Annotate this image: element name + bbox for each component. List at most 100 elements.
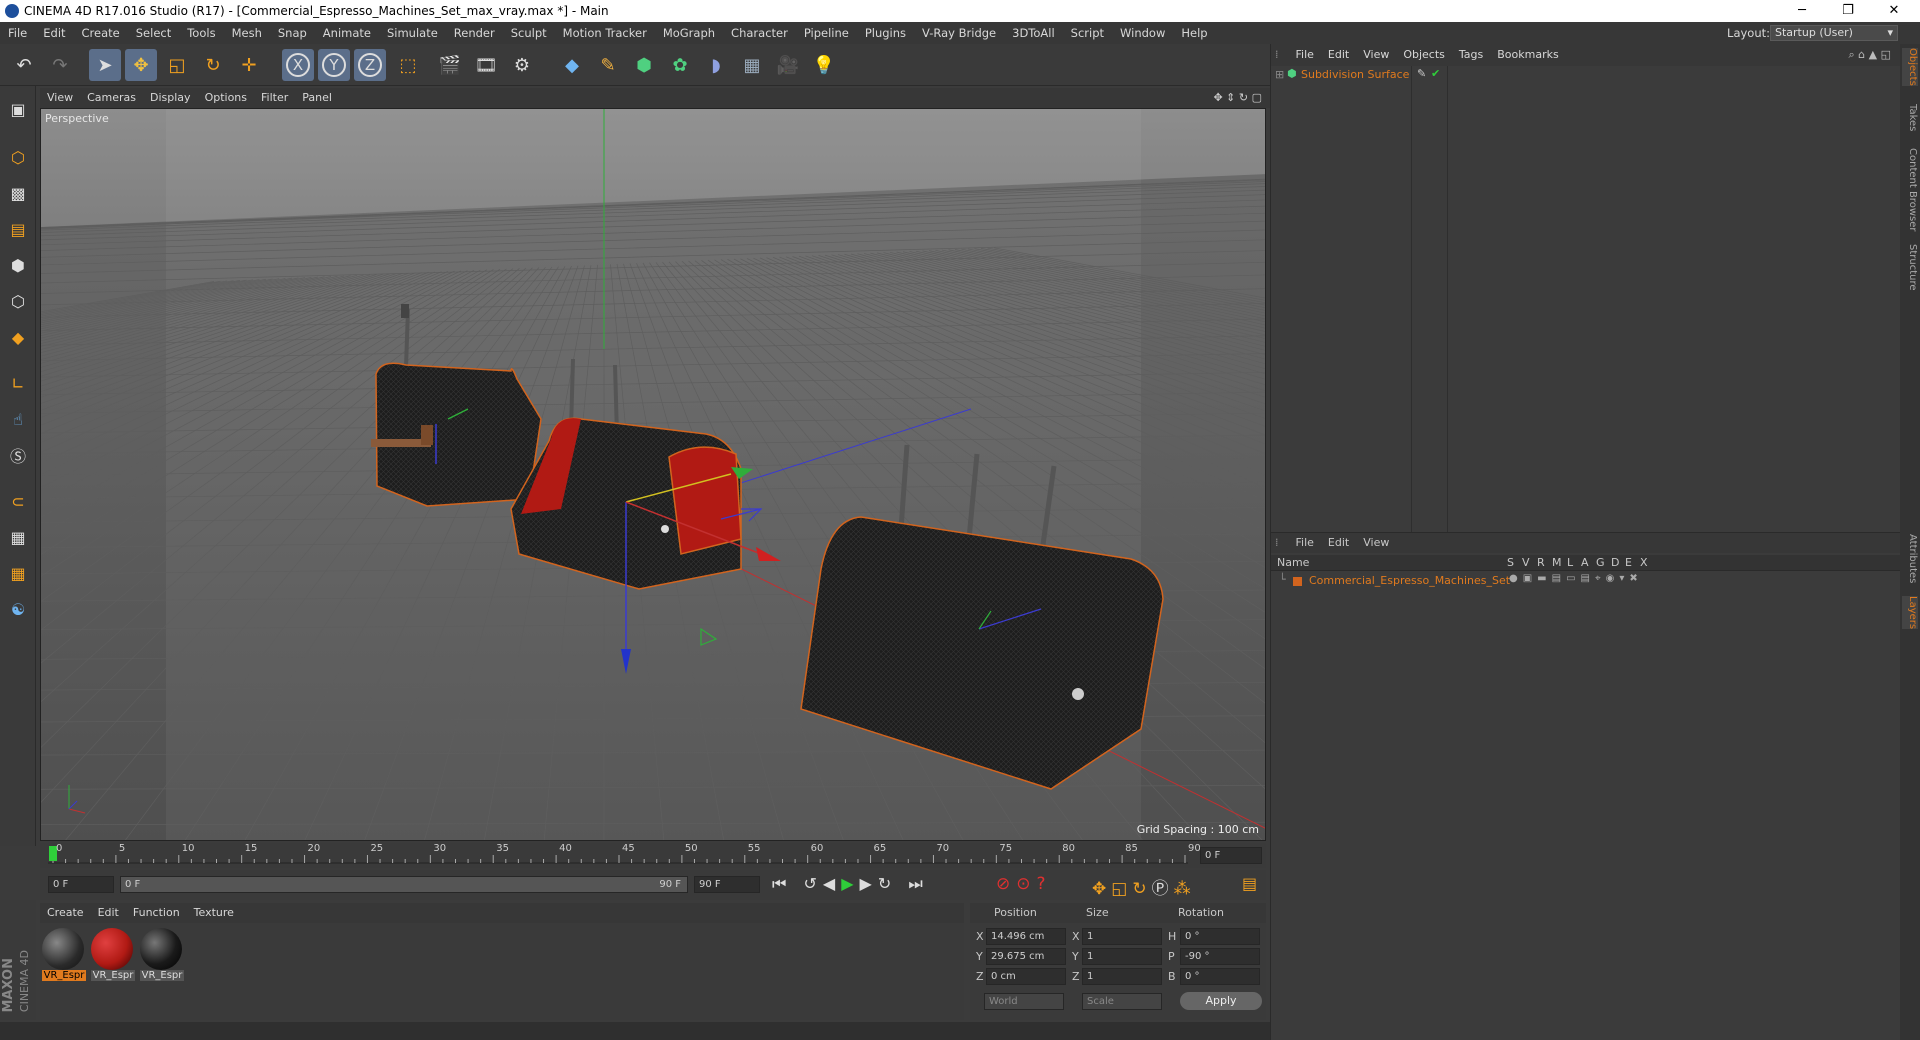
tab-layers[interactable]: Layers <box>1902 596 1918 630</box>
menu-tools[interactable]: Tools <box>179 22 223 44</box>
menu-window[interactable]: Window <box>1112 22 1173 44</box>
position-z-field[interactable]: 0 cm <box>986 968 1066 985</box>
goto-start-icon[interactable]: ⏮ <box>772 874 792 893</box>
material-swatch[interactable]: VR_Espr <box>91 928 135 986</box>
subdivision-surface-icon[interactable]: ⬢ <box>628 49 660 81</box>
play-icon[interactable]: ▶ <box>841 874 859 893</box>
material-swatch[interactable]: VR_Espr <box>140 928 184 986</box>
coordinate-system-icon[interactable]: ⬚ <box>392 49 424 81</box>
menu-simulate[interactable]: Simulate <box>379 22 446 44</box>
menu-script[interactable]: Script <box>1063 22 1112 44</box>
camera-icon[interactable]: 🎥 <box>772 49 804 81</box>
x-axis-lock-button[interactable]: X <box>282 49 314 81</box>
menu-mograph[interactable]: MoGraph <box>655 22 723 44</box>
rotation-b-field[interactable]: 0 ° <box>1180 968 1260 985</box>
layers-menu-edit[interactable]: Edit <box>1321 533 1356 553</box>
menu-file[interactable]: File <box>0 22 35 44</box>
workplane-rotate-icon[interactable]: ▦ <box>3 558 33 588</box>
end-frame-field[interactable]: 90 F <box>694 876 760 893</box>
record-active-icon[interactable]: ⊘ <box>996 874 1016 894</box>
rotation-p-field[interactable]: -90 ° <box>1180 948 1260 965</box>
layer-row[interactable]: └ Commercial_Espresso_Machines_Set ●▣▬▤▭… <box>1271 573 1901 589</box>
rotate-tool-icon[interactable]: ↻ <box>197 49 229 81</box>
menu-animate[interactable]: Animate <box>315 22 379 44</box>
apply-button[interactable]: Apply <box>1180 992 1262 1010</box>
light-icon[interactable]: 💡 <box>808 49 840 81</box>
material-menu-texture[interactable]: Texture <box>187 903 241 923</box>
render-settings-icon[interactable]: ⚙ <box>506 49 538 81</box>
viewport-menu-filter[interactable]: Filter <box>254 88 295 108</box>
menu-pipeline[interactable]: Pipeline <box>796 22 857 44</box>
scale-tool-icon[interactable]: ◱ <box>161 49 193 81</box>
object-row[interactable]: ⊞ ⬢ Subdivision Surface ✎ ✔ <box>1271 66 1901 84</box>
points-mode-icon[interactable]: ⬢ <box>3 250 33 280</box>
key-param-icon[interactable]: Ⓟ <box>1152 879 1174 899</box>
viewport-menu-cameras[interactable]: Cameras <box>80 88 143 108</box>
key-rotation-icon[interactable]: ↻ <box>1132 879 1151 899</box>
objects-menu-bookmarks[interactable]: Bookmarks <box>1490 44 1565 66</box>
viewport-menu-display[interactable]: Display <box>143 88 198 108</box>
menu-vray-bridge[interactable]: V-Ray Bridge <box>914 22 1004 44</box>
check-icon[interactable]: ✔ <box>1431 67 1440 80</box>
search-icon[interactable]: ⌕ ⌂ ▲ ◱ <box>1849 44 1892 66</box>
tab-attributes[interactable]: Attributes <box>1902 534 1918 583</box>
next-key-icon[interactable]: ↻ <box>878 874 897 893</box>
viewport-menu-panel[interactable]: Panel <box>295 88 339 108</box>
workplane-lock-icon[interactable]: ▦ <box>3 522 33 552</box>
menu-plugins[interactable]: Plugins <box>857 22 914 44</box>
menu-select[interactable]: Select <box>128 22 179 44</box>
minimize-button[interactable]: ─ <box>1779 0 1825 22</box>
start-frame-field[interactable]: 0 F <box>48 876 114 893</box>
menu-render[interactable]: Render <box>446 22 503 44</box>
texture-mode-icon[interactable]: ▩ <box>3 178 33 208</box>
current-frame-field[interactable]: 0 F <box>1200 847 1262 864</box>
objects-menu-tags[interactable]: Tags <box>1452 44 1490 66</box>
position-y-field[interactable]: 29.675 cm <box>986 948 1066 965</box>
tweak-mode-icon[interactable]: ☝ <box>3 404 33 434</box>
layers-menu-file[interactable]: File <box>1289 533 1321 553</box>
objects-menu-file[interactable]: File <box>1289 44 1321 66</box>
prev-key-icon[interactable]: ↺ <box>804 874 823 893</box>
material-menu-edit[interactable]: Edit <box>91 903 126 923</box>
tab-objects[interactable]: Objects <box>1902 48 1918 86</box>
menu-3dtoall[interactable]: 3DToAll <box>1004 22 1063 44</box>
solo-mode-icon[interactable]: Ⓢ <box>3 440 33 470</box>
viewport-menu-view[interactable]: View <box>40 88 80 108</box>
menu-sculpt[interactable]: Sculpt <box>503 22 555 44</box>
layer-flag-icons[interactable]: ●▣▬▤▭▤⌖◉▾✖ <box>1509 573 1643 584</box>
axis-mode-icon[interactable]: ∟ <box>3 368 33 398</box>
viewport-menu-options[interactable]: Options <box>198 88 254 108</box>
size-z-field[interactable]: 1 <box>1082 968 1162 985</box>
make-editable-icon[interactable]: ▣ <box>3 94 33 124</box>
menu-character[interactable]: Character <box>723 22 796 44</box>
tab-structure[interactable]: Structure <box>1902 244 1918 291</box>
redo-icon[interactable]: ↷ <box>44 49 76 81</box>
undo-icon[interactable]: ↶ <box>8 49 40 81</box>
snap-icon[interactable]: ⊂ <box>3 486 33 516</box>
python-icon[interactable]: ☯ <box>3 594 33 624</box>
model-mode-icon[interactable]: ⬡ <box>3 142 33 172</box>
deformer-icon[interactable]: ◗ <box>700 49 732 81</box>
coordinate-mode-select[interactable]: World <box>984 993 1064 1010</box>
tab-content-browser[interactable]: Content Browser <box>1902 148 1918 231</box>
menu-motion-tracker[interactable]: Motion Tracker <box>555 22 655 44</box>
render-view-icon[interactable]: 🎬 <box>434 49 466 81</box>
position-x-field[interactable]: 14.496 cm <box>986 928 1066 945</box>
move-tool-icon[interactable]: ✥ <box>125 49 157 81</box>
layer-color-swatch[interactable] <box>1293 577 1302 586</box>
timeline-ruler[interactable]: 0 5 10 15 20 25 30 35 40 45 50 55 60 65 70 75 80 85 90 0 F <box>40 843 1266 868</box>
key-pla-icon[interactable]: ⁂ <box>1174 879 1196 899</box>
transform-tool-icon[interactable]: ✛ <box>233 49 265 81</box>
goto-end-icon[interactable]: ⏭ <box>908 874 928 893</box>
y-axis-lock-button[interactable]: Y <box>318 49 350 81</box>
menu-create[interactable]: Create <box>74 22 128 44</box>
material-menu-function[interactable]: Function <box>126 903 187 923</box>
workplane-mode-icon[interactable]: ▤ <box>3 214 33 244</box>
size-x-field[interactable]: 1 <box>1082 928 1162 945</box>
auto-key-icon[interactable]: ⊙ <box>1016 874 1036 894</box>
objects-menu-objects[interactable]: Objects <box>1396 44 1452 66</box>
render-picture-viewer-icon[interactable]: 🎞 <box>470 49 502 81</box>
layers-menu-view[interactable]: View <box>1356 533 1396 553</box>
key-scale-icon[interactable]: ◱ <box>1111 879 1132 899</box>
timeline-window-icon[interactable]: ▤ <box>1242 874 1257 893</box>
